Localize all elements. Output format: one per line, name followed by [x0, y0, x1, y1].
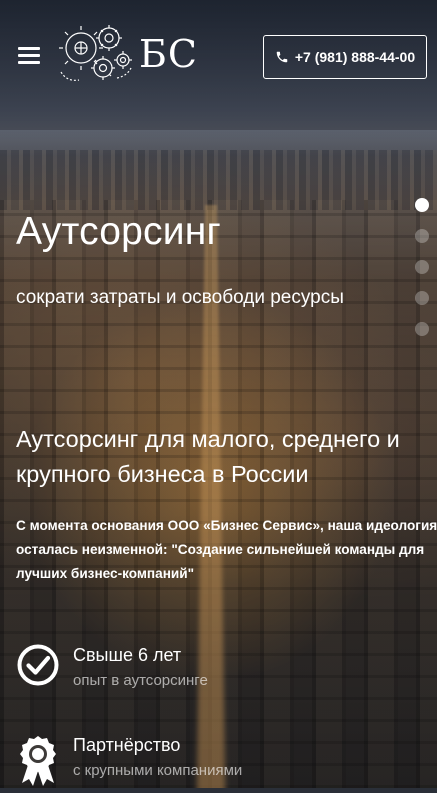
checkmark-circle-icon	[17, 644, 59, 686]
feature-title: Партнёрство	[73, 735, 181, 755]
award-badge-icon	[20, 736, 56, 786]
slider-pagination	[415, 198, 431, 353]
phone-number: +7 (981) 888-44-00	[294, 49, 416, 65]
about-text: С момента основания ООО «Бизнес Сервис»,…	[16, 518, 437, 581]
slider-dot-3[interactable]	[415, 260, 429, 274]
slider-dot-4[interactable]	[415, 291, 429, 305]
hero-title: Аутсорсинг	[16, 210, 221, 253]
phone-icon	[276, 51, 288, 63]
slider-dot-2[interactable]	[415, 229, 429, 243]
slider-dot-1[interactable]	[415, 198, 429, 212]
logo[interactable]: БС	[57, 22, 197, 86]
phone-call-button[interactable]: +7 (981) 888-44-00	[263, 35, 427, 79]
menu-burger-icon[interactable]	[18, 47, 40, 65]
hero-subtitle: сократи затраты и освободи ресурсы	[16, 287, 344, 308]
site-header: БС +7 (981) 888-44-00	[0, 0, 437, 110]
gears-logo-icon	[59, 25, 132, 81]
logo-text: БС	[139, 32, 198, 76]
feature-title: Свыше 6 лет	[73, 645, 182, 665]
feature-subtitle: опыт в аутсорсинге	[73, 672, 208, 689]
slider-dot-5[interactable]	[415, 322, 429, 336]
about-title: Аутсорсинг для малого, среднего и крупно…	[16, 426, 400, 487]
feature-subtitle: с крупными компаниями	[73, 762, 243, 779]
feature-partnership: Партнёрство с крупными компаниями	[16, 733, 426, 793]
feature-experience: Свыше 6 лет опыт в аутсорсинге	[16, 643, 426, 703]
